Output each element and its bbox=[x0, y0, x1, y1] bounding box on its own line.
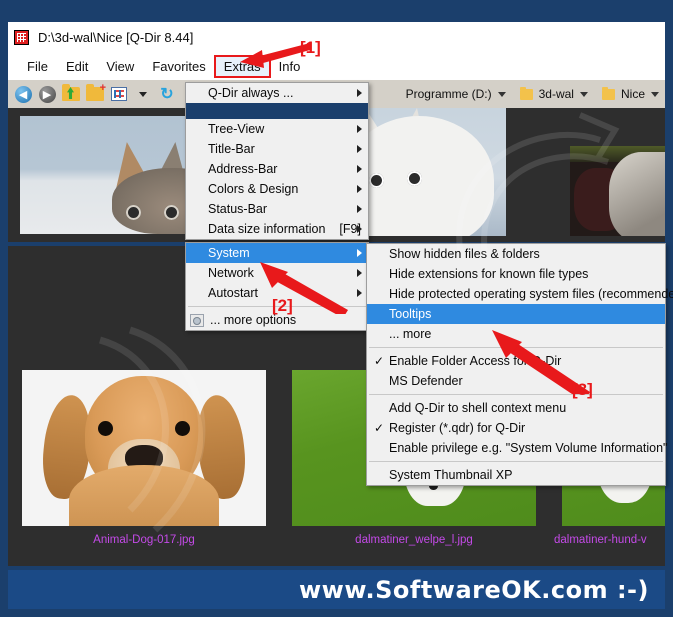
submenu-item-add-shell-context-menu[interactable]: Add Q-Dir to shell context menu bbox=[367, 398, 665, 418]
submenu-item-system-thumbnail-xp[interactable]: System Thumbnail XP bbox=[367, 465, 665, 485]
menu-file[interactable]: File bbox=[18, 56, 57, 77]
menu-item-label: Tooltips bbox=[389, 307, 432, 321]
submenu-item-hide-extensions[interactable]: Hide extensions for known file types bbox=[367, 264, 665, 284]
menu-item-label: MS Defender bbox=[389, 374, 463, 388]
menu-item-qdir-always[interactable]: Q-Dir always ... bbox=[186, 83, 368, 103]
chevron-right-icon bbox=[357, 89, 362, 97]
menu-item-label: Q-Dir always ... bbox=[208, 86, 294, 100]
chevron-right-icon bbox=[357, 145, 362, 153]
chevron-down-icon[interactable] bbox=[497, 91, 506, 97]
menu-item-label: Register (*.qdr) for Q-Dir bbox=[389, 421, 526, 435]
chevron-right-icon bbox=[357, 165, 362, 173]
menu-item-label: Data size information bbox=[208, 222, 326, 236]
menu-item-label: Status-Bar bbox=[208, 202, 268, 216]
address-folder-label: Nice bbox=[620, 87, 645, 101]
chevron-down-icon[interactable] bbox=[579, 91, 588, 97]
chevron-right-icon bbox=[357, 269, 362, 277]
title-bar: D:\3d-wal\Nice [Q-Dir 8.44] bbox=[8, 22, 665, 52]
submenu-item-tooltips[interactable]: Tooltips bbox=[367, 304, 665, 324]
chevron-down-icon[interactable] bbox=[651, 91, 659, 97]
chevron-right-icon bbox=[357, 249, 362, 257]
window-title: D:\3d-wal\Nice [Q-Dir 8.44] bbox=[38, 29, 194, 45]
thumbnail-cat-3[interactable] bbox=[570, 146, 665, 236]
submenu-item-hide-protected-os-files[interactable]: Hide protected operating system files (r… bbox=[367, 284, 673, 304]
chevron-down-icon[interactable] bbox=[132, 83, 154, 105]
thumbnail-label-3: dalmatiner-hund-v bbox=[554, 534, 647, 546]
submenu-item-enable-privilege[interactable]: Enable privilege e.g. "System Volume Inf… bbox=[367, 438, 668, 458]
menu-item-label: Tree-View bbox=[208, 122, 265, 136]
qdir-grid-icon bbox=[14, 29, 29, 45]
chevron-right-icon bbox=[357, 225, 362, 233]
menu-edit[interactable]: Edit bbox=[57, 56, 97, 77]
submenu-item-show-hidden-files[interactable]: Show hidden files & folders bbox=[367, 244, 665, 264]
folder-icon bbox=[519, 86, 533, 100]
menu-item-label: ... more bbox=[389, 327, 432, 341]
menu-item-colors-design[interactable]: Colors & Design bbox=[186, 179, 368, 199]
chevron-right-icon bbox=[357, 205, 362, 213]
menu-item-label: Show hidden files & folders bbox=[389, 247, 540, 261]
extras-dropdown-menu[interactable]: Q-Dir always ... Tree-View Title-Bar Add… bbox=[185, 82, 369, 240]
annotation-arrow-1 bbox=[240, 43, 310, 68]
menu-item-accelerator: [F9] bbox=[339, 222, 361, 236]
forward-arrow-icon[interactable]: ▶ bbox=[36, 83, 58, 105]
footer-banner: www.SoftwareOK.com :-) bbox=[8, 570, 665, 609]
address-folder-label: 3d-wal bbox=[538, 87, 574, 101]
menu-item-label: Title-Bar bbox=[208, 142, 255, 156]
menu-item-tree-view[interactable]: Tree-View bbox=[186, 119, 368, 139]
address-segment-drive[interactable]: Programme (D:) bbox=[400, 83, 512, 105]
menu-item-label: Add Q-Dir to shell context menu bbox=[389, 401, 567, 415]
menu-view[interactable]: View bbox=[97, 56, 143, 77]
screenshot-root: D:\3d-wal\Nice [Q-Dir 8.44] File Edit Vi… bbox=[0, 0, 673, 617]
menu-item-address-bar[interactable]: Address-Bar bbox=[186, 159, 368, 179]
address-segment-3dwal[interactable]: 3d-wal bbox=[514, 83, 594, 105]
address-segment-nice[interactable]: Nice bbox=[596, 83, 665, 105]
thumbnail-dog-golden[interactable] bbox=[22, 370, 266, 526]
checkmark-icon: ✓ bbox=[374, 354, 385, 368]
menu-item-status-bar[interactable]: Status-Bar bbox=[186, 199, 368, 219]
annotation-tag-1: [1] bbox=[300, 38, 321, 57]
address-drive-label: Programme (D:) bbox=[405, 87, 492, 101]
chevron-right-icon bbox=[357, 185, 362, 193]
submenu-item-register-qdr[interactable]: ✓ Register (*.qdr) for Q-Dir bbox=[367, 418, 665, 438]
checkmark-icon: ✓ bbox=[374, 421, 385, 435]
chevron-right-icon bbox=[357, 125, 362, 133]
annotation-tag-3: [3] bbox=[572, 380, 593, 399]
menu-item-label: Enable privilege e.g. "System Volume Inf… bbox=[389, 441, 668, 455]
menu-separator bbox=[369, 461, 663, 462]
chevron-right-icon bbox=[357, 289, 362, 297]
footer-text: www.SoftwareOK.com :-) bbox=[299, 575, 649, 604]
thumbnail-cat-1[interactable] bbox=[20, 116, 196, 234]
menu-item-label: System Thumbnail XP bbox=[389, 468, 513, 482]
menu-band-divider bbox=[186, 103, 368, 119]
annotation-arrow-2 bbox=[260, 262, 348, 314]
menu-favorites[interactable]: Favorites bbox=[143, 56, 214, 77]
new-folder-icon[interactable] bbox=[84, 82, 106, 105]
view-grid-icon[interactable] bbox=[108, 83, 130, 105]
menu-item-title-bar[interactable]: Title-Bar bbox=[186, 139, 368, 159]
menu-item-label: Hide extensions for known file types bbox=[389, 267, 589, 281]
folder-up-icon[interactable] bbox=[60, 83, 82, 105]
menu-bar: File Edit View Favorites Extras Info bbox=[8, 52, 665, 80]
options-gear-icon bbox=[190, 313, 204, 327]
thumbnail-label-2: dalmatiner_welpe_l.jpg bbox=[355, 534, 473, 546]
thumbnail-label-1: Animal-Dog-017.jpg bbox=[93, 534, 195, 546]
menu-item-data-size-information[interactable]: Data size information [F9] bbox=[186, 219, 368, 239]
menu-item-label: Hide protected operating system files (r… bbox=[389, 287, 673, 301]
menu-separator bbox=[369, 394, 663, 395]
folder-icon bbox=[601, 86, 615, 100]
menu-item-label: Colors & Design bbox=[208, 182, 299, 196]
back-arrow-icon[interactable]: ◀ bbox=[12, 83, 34, 105]
menu-item-label: Address-Bar bbox=[208, 162, 278, 176]
annotation-tag-2: [2] bbox=[272, 296, 293, 315]
refresh-icon[interactable]: ↻ bbox=[156, 83, 178, 105]
